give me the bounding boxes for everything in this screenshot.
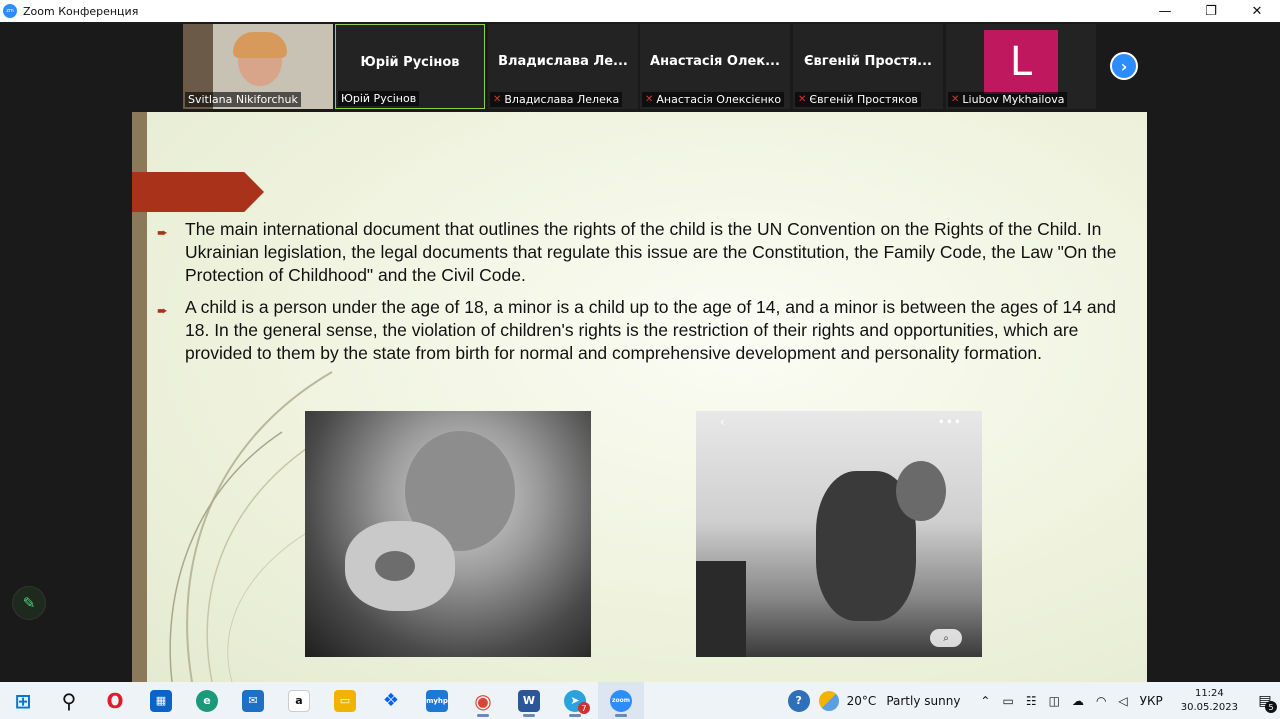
taskbar-app-zoom[interactable]: zoom — [598, 682, 644, 719]
edge-icon: e — [196, 689, 218, 712]
participant-label: Юрій Русінов — [338, 91, 420, 106]
volume-icon[interactable]: ◁ — [1118, 694, 1127, 708]
mic-muted-icon: ✕ — [951, 94, 960, 105]
network-icon[interactable]: ☷ — [1026, 694, 1037, 708]
participant-tile[interactable]: Анастасія Олек... ✕ Анастасія Олексієнко — [640, 24, 790, 109]
presentation-slide: ➨ The main international document that o… — [132, 112, 1147, 682]
participant-tile[interactable]: Svitlana Nikiforchuk — [183, 24, 333, 109]
partly-sunny-icon — [818, 690, 839, 711]
participant-tile[interactable]: Євгеній Простя... ✕ Євгеній Простяков — [793, 24, 943, 109]
mic-muted-icon: ✕ — [645, 94, 654, 105]
taskbar-app-dropbox[interactable]: ❖ — [368, 682, 414, 719]
weather-condition: Partly sunny — [886, 693, 961, 708]
word-icon: W — [518, 689, 540, 712]
participant-tile-name: Владислава Ле... — [498, 54, 628, 69]
myhp-icon: myhp — [426, 689, 448, 712]
taskbar-app-word[interactable]: W — [506, 682, 552, 719]
show-hidden-icons-chevron-icon[interactable]: ⌃ — [980, 694, 990, 708]
more-icon: ••• — [937, 415, 962, 429]
taskbar-search-button[interactable]: ⚲ — [46, 682, 92, 719]
clock[interactable]: 11:24 30.05.2023 — [1181, 687, 1238, 715]
help-button[interactable]: ? — [779, 682, 819, 719]
search-icon: ⚲ — [61, 688, 77, 713]
taskbar-app-myhp[interactable]: myhp — [414, 682, 460, 719]
close-button[interactable]: ✕ — [1234, 0, 1280, 22]
taskbar-app-file-explorer[interactable]: ▭ — [322, 682, 368, 719]
store-icon: ▦ — [150, 689, 172, 712]
slide-bullet: ➨ A child is a person under the age of 1… — [157, 297, 1117, 363]
mic-muted-icon: ✕ — [798, 94, 807, 105]
taskbar: ⊞ ⚲ O ▦ e ✉ a ▭ ❖ myhp ◉ W ➤ 7 zoom ? 20… — [0, 682, 1280, 719]
system-tray: ? 20°C Partly sunny ⌃ ▭ ☷ ◫ ☁ ◠ ◁ УКР 11… — [779, 682, 1280, 719]
taskbar-app-mail[interactable]: ✉ — [230, 682, 276, 719]
mic-muted-icon: ✕ — [493, 94, 502, 105]
notification-badge: 7 — [578, 702, 590, 714]
title-arrow-banner — [132, 172, 264, 212]
participant-label: ✕ Владислава Лелека — [490, 92, 623, 107]
avatar: L — [984, 30, 1058, 94]
help-icon: ? — [787, 689, 810, 712]
zoom-logo-icon: zm — [3, 4, 17, 18]
mail-icon: ✉ — [242, 689, 264, 712]
clock-time: 11:24 — [1194, 687, 1224, 699]
cloud-icon[interactable]: ☁ — [1072, 694, 1084, 708]
start-button[interactable]: ⊞ — [0, 682, 46, 719]
clock-date: 30.05.2023 — [1180, 701, 1238, 713]
zoom-icon: zoom — [610, 689, 632, 712]
participant-tile-name: Юрій Русінов — [360, 55, 460, 70]
participant-video-hair — [233, 32, 287, 58]
notification-center-button[interactable]: ▤ 5 — [1250, 682, 1280, 719]
taskbar-app-edge[interactable]: e — [184, 682, 230, 719]
participant-label: ✕ Liubov Mykhailova — [948, 92, 1068, 107]
notification-count: 5 — [1265, 701, 1277, 713]
child-with-kitten-photo — [305, 411, 591, 657]
opera-icon: O — [106, 688, 124, 713]
participant-tile-name: Анастасія Олек... — [650, 54, 780, 69]
participant-label: ✕ Анастасія Олексієнко — [642, 92, 785, 107]
participant-label: Svitlana Nikiforchuk — [185, 92, 301, 107]
bullet-arrow-icon: ➨ — [157, 303, 168, 318]
participant-tile[interactable]: Владислава Ле... ✕ Владислава Лелека — [488, 24, 638, 109]
wifi-icon[interactable]: ◠ — [1096, 694, 1106, 708]
taskbar-app-telegram[interactable]: ➤ 7 — [552, 682, 598, 719]
taskbar-app-chrome[interactable]: ◉ — [460, 682, 506, 719]
lens-search-icon: ⌕ — [930, 629, 962, 647]
mother-and-child-photo: ‹ ••• ⌕ — [696, 411, 982, 657]
back-icon: ‹ — [720, 415, 725, 429]
participant-label: ✕ Євгеній Простяков — [795, 92, 921, 107]
annotate-pencil-icon[interactable]: ✎ — [12, 586, 46, 620]
next-page-arrow-icon[interactable]: › — [1110, 52, 1138, 80]
weather-widget[interactable]: 20°C Partly sunny — [818, 690, 961, 711]
language-indicator[interactable]: УКР — [1140, 694, 1163, 708]
amazon-icon: a — [288, 689, 310, 712]
taskbar-app-opera[interactable]: O — [92, 682, 138, 719]
bullet-arrow-icon: ➨ — [157, 225, 168, 240]
shared-screen-area: ➨ The main international document that o… — [0, 110, 1280, 682]
participant-gallery: Svitlana Nikiforchuk Юрій Русінов Юрій Р… — [0, 22, 1280, 110]
taskbar-app-store[interactable]: ▦ — [138, 682, 184, 719]
participant-tile[interactable]: L ✕ Liubov Mykhailova — [946, 24, 1096, 109]
camera-icon[interactable]: ◫ — [1049, 694, 1060, 708]
battery-icon[interactable]: ▭ — [1002, 694, 1013, 708]
minimize-button[interactable]: — — [1142, 0, 1188, 22]
participant-tile[interactable]: Юрій Русінов Юрій Русінов — [335, 24, 485, 109]
maximize-button[interactable]: ❐ — [1188, 0, 1234, 22]
taskbar-app-amazon[interactable]: a — [276, 682, 322, 719]
window-title: Zoom Конференция — [23, 4, 139, 18]
title-bar: zm Zoom Конференция — ❐ ✕ — [0, 0, 1280, 22]
dropbox-icon: ❖ — [382, 690, 400, 711]
participant-tile-name: Євгеній Простя... — [804, 54, 932, 69]
slide-bullet: ➨ The main international document that o… — [157, 219, 1117, 285]
slide-body: ➨ The main international document that o… — [157, 218, 1142, 374]
window-controls: — ❐ ✕ — [1142, 0, 1280, 22]
windows-icon: ⊞ — [14, 688, 32, 713]
weather-temperature: 20°C — [846, 693, 877, 708]
folder-icon: ▭ — [334, 689, 356, 712]
chrome-icon: ◉ — [474, 688, 492, 713]
